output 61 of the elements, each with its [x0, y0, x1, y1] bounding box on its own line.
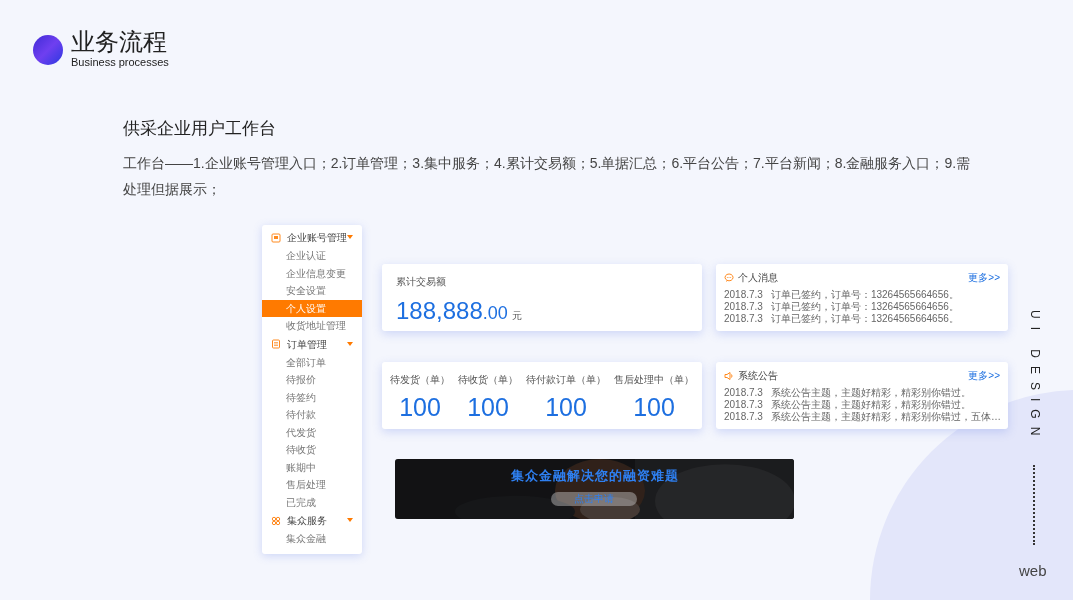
page-subtitle: Business processes: [71, 55, 169, 70]
logo-icon: [33, 35, 63, 66]
sidebar-item[interactable]: 企业信息变更: [262, 264, 362, 282]
stat-label: 待发货（单）: [390, 372, 450, 387]
sidebar-item[interactable]: 企业认证: [262, 247, 362, 265]
sidebar-item[interactable]: 全部订单: [262, 353, 362, 371]
page-title: 业务流程: [71, 30, 168, 54]
sidebar-group[interactable]: 集众服务: [287, 513, 327, 528]
caret-icon[interactable]: [347, 235, 353, 240]
sidebar-item[interactable]: 售后处理: [262, 476, 362, 494]
row-date: 2018.7.3: [724, 313, 763, 325]
sidebar-item[interactable]: 待收货: [262, 441, 362, 459]
speaker-icon: [724, 370, 734, 381]
caret-icon[interactable]: [347, 341, 353, 347]
side-label: UI DESIGN: [1027, 310, 1043, 444]
total-amount: 188,888.00: [396, 296, 508, 326]
stat-value: 100: [545, 394, 587, 420]
chat-icon: [724, 272, 734, 283]
sidebar-item[interactable]: 集众金融: [262, 530, 362, 548]
stat-value: 100: [399, 394, 441, 420]
section-description: 工作台——1.企业账号管理入口；2.订单管理；3.集中服务；4.累计交易额；5.单据汇总；6.平台公告；7.平台新闻；8.金融服务入口；9.需处理但据展示；: [123, 153, 972, 199]
account-icon: [271, 232, 281, 243]
row-text: 系统公告主题，主题好精彩，精彩别你错过，五体…: [770, 411, 1001, 423]
sidebar-item[interactable]: 个人设置: [262, 299, 362, 317]
card-title: 系统公告: [738, 369, 778, 383]
document-icon: [271, 339, 281, 349]
row-text: 订单已签约，订单号：13264565664656。: [770, 301, 959, 313]
sidebar-item[interactable]: 待签约: [262, 388, 362, 406]
stat-label: 待付款订单（单）: [526, 372, 606, 387]
sidebar-item[interactable]: 已完成: [262, 493, 362, 511]
row-text: 订单已签约，订单号：13264565664656。: [770, 313, 959, 325]
total-label: 累计交易额: [396, 275, 447, 289]
banner-headline: 集众金融解决您的融资难题: [510, 468, 679, 483]
row-date: 2018.7.3: [724, 399, 763, 411]
sidebar-item[interactable]: 账期中: [262, 458, 362, 476]
stat-label: 待收货（单）: [458, 372, 518, 387]
sidebar-group[interactable]: 订单管理: [287, 336, 327, 352]
currency-unit: 元: [511, 309, 522, 323]
row-text: 系统公告主题，主题好精彩，精彩别你错过。: [770, 387, 971, 399]
section-title: 供采企业用户工作台: [123, 118, 277, 140]
sidebar-item[interactable]: 代发货: [262, 423, 362, 441]
sidebar-item[interactable]: 待付款: [262, 406, 362, 424]
caret-icon[interactable]: [347, 518, 353, 523]
card-title: 个人消息: [738, 271, 778, 285]
sidebar-item[interactable]: 安全设置: [262, 282, 362, 300]
more-link[interactable]: 更多>>: [968, 270, 1000, 285]
sidebar-group[interactable]: 企业账号管理: [287, 230, 347, 245]
row-text: 系统公告主题，主题好精彩，精彩别你错过。: [770, 399, 971, 411]
more-link[interactable]: 更多>>: [968, 368, 1000, 383]
stat-label: 售后处理中（单）: [614, 372, 694, 387]
stat-value: 100: [467, 394, 509, 420]
row-date: 2018.7.3: [724, 301, 763, 313]
row-text: 订单已签约，订单号：13264565664656。: [770, 289, 959, 301]
row-date: 2018.7.3: [724, 289, 763, 301]
grid-icon: [271, 515, 281, 526]
row-date: 2018.7.3: [724, 411, 763, 423]
stat-value: 100: [633, 394, 675, 420]
sidebar-item[interactable]: 待报价: [262, 371, 362, 389]
side-tag: web: [1019, 560, 1047, 583]
row-date: 2018.7.3: [724, 387, 763, 399]
sidebar-item[interactable]: 收货地址管理: [262, 317, 362, 335]
